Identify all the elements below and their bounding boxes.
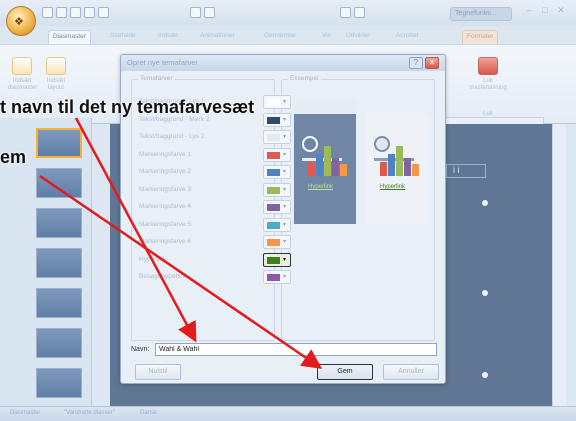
annotation-line-1: t navn til det ny temafarvesæt (0, 97, 255, 117)
arrow-to-name-field (74, 117, 197, 343)
annotation-line-2: em (0, 147, 27, 167)
arrow-to-save-button (39, 174, 323, 369)
annotation-arrows (39, 117, 323, 369)
